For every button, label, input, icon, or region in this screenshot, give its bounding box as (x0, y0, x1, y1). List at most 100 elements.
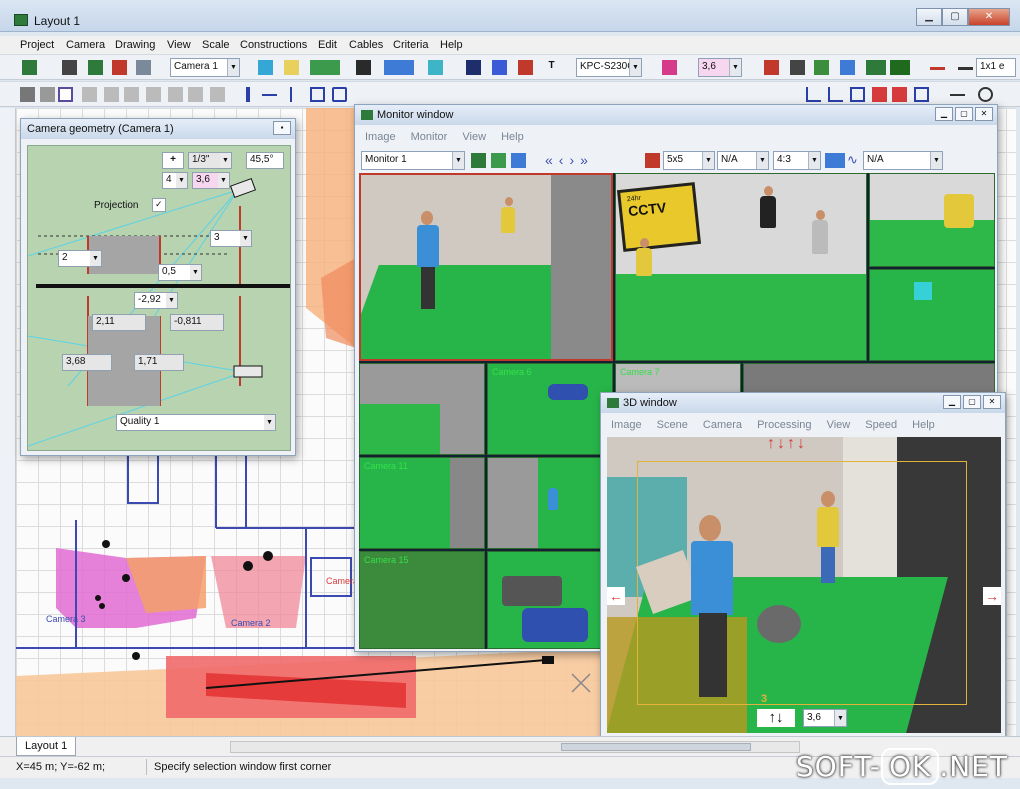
select-icon[interactable] (58, 87, 73, 102)
rotate-icon[interactable] (168, 87, 183, 102)
na1-select[interactable]: N/A ▼ (717, 151, 769, 170)
dimension-icon[interactable] (806, 87, 821, 102)
camera-model-select[interactable]: KPC-S230C ▼ (576, 58, 642, 77)
cut-icon[interactable] (82, 87, 97, 102)
monitor-select[interactable]: Monitor 1 ▼ (361, 151, 465, 170)
colour-icon[interactable] (112, 60, 127, 75)
delete-icon[interactable] (892, 87, 907, 102)
window-3d-close-button[interactable]: ✕ (983, 395, 1001, 409)
car-icon[interactable] (518, 60, 533, 75)
monitor-menu-monitor[interactable]: Monitor (411, 131, 448, 143)
zoom-window-icon[interactable] (914, 87, 929, 102)
undo-icon[interactable] (20, 87, 35, 102)
monitor-icon[interactable] (384, 60, 414, 75)
menu-camera[interactable]: Camera (66, 39, 105, 51)
playback-controls-icon[interactable]: «‹›» (545, 152, 594, 168)
fullscreen-icon[interactable] (825, 153, 845, 168)
scale-select[interactable]: 1x1 e (976, 58, 1016, 77)
monitor-cell-3[interactable] (869, 173, 995, 267)
palette-icon[interactable] (662, 60, 677, 75)
3d-menu-scene[interactable]: Scene (657, 419, 688, 431)
camera-move-arrows-icon[interactable]: ↑↓↑↓ (767, 437, 807, 453)
view-mode-icon[interactable] (310, 60, 340, 75)
3d-menu-processing[interactable]: Processing (757, 419, 811, 431)
bulb-icon[interactable] (978, 87, 993, 102)
cross-icon[interactable] (950, 94, 965, 96)
room-icon[interactable] (332, 87, 347, 102)
monitor-cell-12[interactable] (487, 551, 613, 649)
menu-edit[interactable]: Edit (318, 39, 337, 51)
menu-help[interactable]: Help (440, 39, 463, 51)
brush-icon[interactable] (356, 60, 371, 75)
save-icon[interactable] (22, 60, 37, 75)
point-icon[interactable] (246, 87, 250, 102)
menu-criteria[interactable]: Criteria (393, 39, 428, 51)
person-icon[interactable] (466, 60, 481, 75)
monitor-cell-11[interactable]: Camera 15 (359, 551, 485, 649)
lens-a-select[interactable]: 4 ▼ (162, 172, 188, 189)
mirror-icon[interactable] (188, 87, 203, 102)
menu-project[interactable]: Project (20, 39, 54, 51)
area-icon[interactable] (850, 87, 865, 102)
monitor-minimize-button[interactable]: ▁ (935, 107, 953, 121)
3d-menu-speed[interactable]: Speed (865, 419, 897, 431)
line-weight-icon[interactable] (958, 67, 973, 70)
lens-b-select[interactable]: 3,6 ▼ (192, 172, 230, 189)
3d-menu-camera[interactable]: Camera (703, 419, 742, 431)
camera-select[interactable]: Camera 1 ▼ (170, 58, 240, 77)
print-icon[interactable] (136, 60, 151, 75)
projection-checkbox[interactable]: ✓ (152, 198, 166, 212)
maximize-button[interactable]: ▢ (942, 8, 968, 26)
monitor-cell-9[interactable]: Camera 11 (359, 457, 485, 549)
menu-drawing[interactable]: Drawing (115, 39, 155, 51)
monitor-cell-5[interactable] (359, 363, 485, 455)
tab-layout-1[interactable]: Layout 1 (16, 737, 77, 756)
redo-icon[interactable] (40, 87, 55, 102)
height-select[interactable]: 3 ▼ (210, 230, 252, 247)
marker-icon[interactable] (872, 87, 887, 102)
fov-icon[interactable] (428, 60, 443, 75)
record-video-icon[interactable] (511, 153, 526, 168)
camera-icon[interactable] (62, 60, 77, 75)
hline-icon[interactable] (262, 94, 277, 96)
settings-icon[interactable] (645, 153, 660, 168)
pan-right-icon[interactable]: → (983, 587, 1001, 605)
monitor-menu-view[interactable]: View (462, 131, 486, 143)
pan-left-icon[interactable]: ← (607, 587, 625, 605)
paste-icon[interactable] (124, 87, 139, 102)
monitor-maximize-button[interactable]: ▢ (955, 107, 973, 121)
menu-view[interactable]: View (167, 39, 191, 51)
left-select[interactable]: 2 ▼ (58, 250, 102, 267)
monitor-close-button[interactable]: ✕ (975, 107, 993, 121)
grid-select[interactable]: 5x5 ▼ (663, 151, 715, 170)
focal-select[interactable]: 3,6 ▼ (698, 58, 742, 77)
3d-menu-image[interactable]: Image (611, 419, 642, 431)
record-icon[interactable] (764, 60, 779, 75)
wall-icon[interactable] (310, 87, 325, 102)
window-3d-maximize-button[interactable]: ▢ (963, 395, 981, 409)
fit-icon[interactable] (890, 60, 910, 75)
move-icon[interactable] (146, 87, 161, 102)
window-3d-minimize-button[interactable]: ▁ (943, 395, 961, 409)
layout-icon[interactable] (88, 60, 103, 75)
minimize-button[interactable]: ▁ (916, 8, 942, 26)
na2-select[interactable]: N/A ▼ (863, 151, 943, 170)
monitor-cell-6[interactable]: Camera 6 (487, 363, 613, 455)
zoom-icon[interactable] (840, 60, 855, 75)
3d-viewport[interactable]: ↑↓↑↓ ← → 3 ↑↓ 3,6 ▼ (607, 437, 1001, 733)
angle-field[interactable]: 45,5° (246, 152, 284, 169)
text-tool-icon[interactable]: T (544, 60, 559, 75)
monitor-cell-2[interactable]: 24hr CCTV (615, 173, 867, 361)
target-icon[interactable] (492, 60, 507, 75)
add-button[interactable]: + (162, 152, 184, 169)
tilt-arrows-icon[interactable]: ↑↓ (757, 709, 795, 727)
menu-scale[interactable]: Scale (202, 39, 230, 51)
shift-select[interactable]: -2,92 ▼ (134, 292, 178, 309)
layout-icon[interactable] (491, 153, 506, 168)
monitor-cell-10[interactable] (487, 457, 613, 549)
monitor-menu-help[interactable]: Help (501, 131, 524, 143)
menu-cables[interactable]: Cables (349, 39, 383, 51)
line-tool-icon[interactable] (258, 60, 273, 75)
line-style-icon[interactable] (930, 67, 945, 70)
3d-menu-view[interactable]: View (827, 419, 851, 431)
